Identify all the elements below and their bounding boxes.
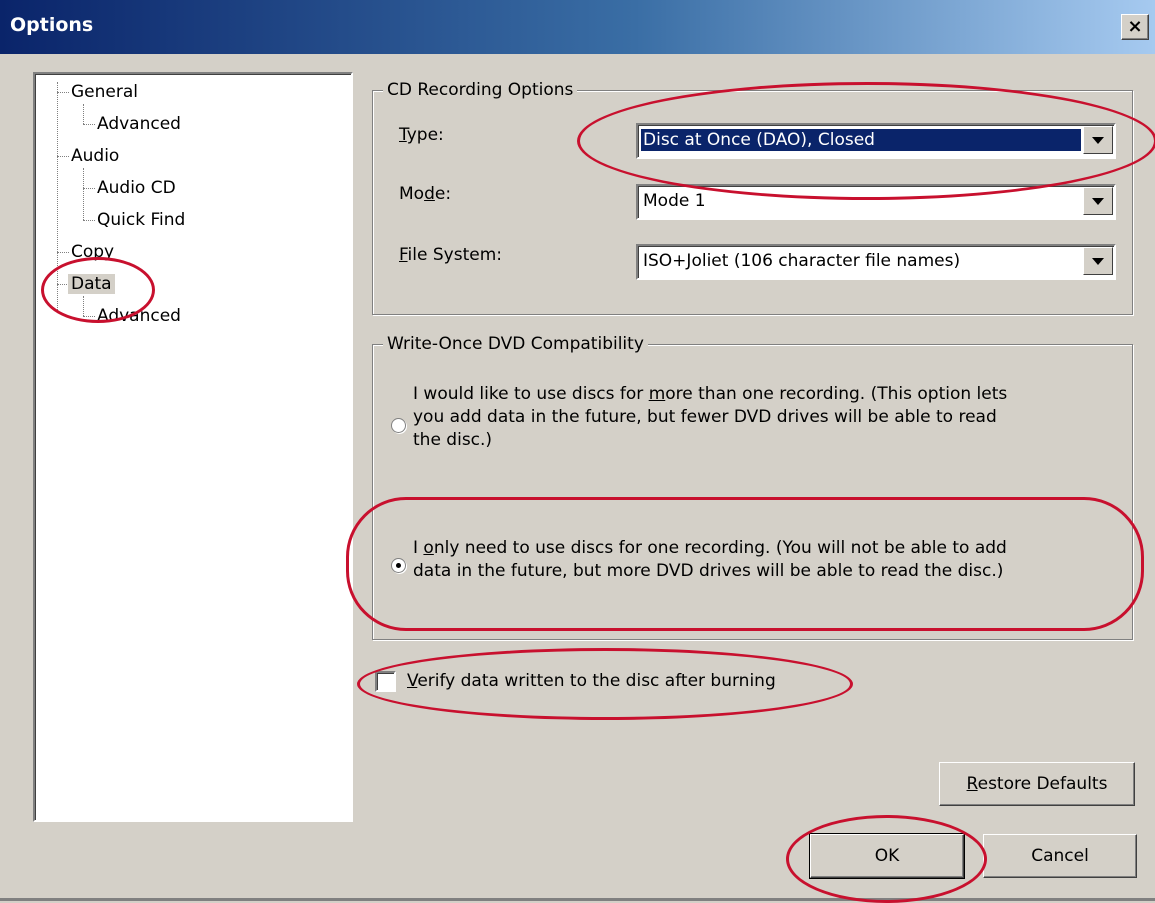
verify-label[interactable]: Verify data written to the disc after bu…	[407, 671, 776, 691]
mode-dropdown[interactable]: Mode 1	[636, 184, 1116, 220]
cancel-button[interactable]: Cancel	[983, 834, 1137, 878]
dvd-compat-group: Write-Once DVD Compatibility I would lik…	[372, 334, 1133, 640]
tree-item-audio[interactable]: Audio	[71, 146, 119, 166]
multi-session-radio[interactable]	[391, 418, 406, 433]
tree-item-label: Advanced	[97, 114, 181, 134]
tree-item-label: Data	[68, 274, 115, 294]
tree-connector	[57, 156, 69, 157]
tree-connector	[83, 296, 84, 316]
tree-item-data[interactable]: Data	[68, 274, 115, 294]
multi-session-line-2: you add data in the future, but fewer DV…	[413, 407, 997, 427]
ok-label: OK	[874, 846, 900, 866]
ok-button[interactable]: OK	[809, 833, 965, 879]
dvd-compat-legend: Write-Once DVD Compatibility	[383, 334, 648, 354]
multi-session-line-1: I would like to use discs for more than …	[413, 384, 1008, 404]
type-label: Type:	[399, 125, 444, 145]
tree-connector	[57, 252, 69, 253]
file-system-label: File System:	[399, 245, 502, 265]
file-system-dropdown[interactable]: ISO+Joliet (106 character file names)	[636, 244, 1116, 280]
window-title: Options	[10, 14, 94, 36]
tree-connector	[57, 82, 58, 312]
multi-session-label[interactable]: I would like to use discs for more than …	[413, 383, 1123, 452]
tree-connector	[83, 220, 95, 221]
type-dropdown-button[interactable]	[1083, 126, 1113, 154]
cd-recording-legend: CD Recording Options	[383, 80, 578, 100]
tree-connector	[57, 92, 69, 93]
tree-item-general-advanced[interactable]: Advanced	[97, 114, 181, 134]
tree-item-label: Advanced	[97, 306, 181, 326]
radio-selected-dot	[396, 563, 401, 568]
cd-recording-group: CD Recording Options Type: Disc at Once …	[372, 80, 1133, 315]
tree-item-audio-cd[interactable]: Audio CD	[97, 178, 176, 198]
single-session-line-1: I only need to use discs for one recordi…	[413, 538, 1007, 558]
tree-item-label: Audio	[71, 146, 120, 166]
tree-connector	[83, 316, 95, 317]
single-session-label[interactable]: I only need to use discs for one recordi…	[413, 537, 1123, 583]
type-value: Disc at Once (DAO), Closed	[641, 129, 1081, 151]
cancel-label: Cancel	[1031, 846, 1089, 866]
restore-defaults-button[interactable]: Restore Defaults	[939, 762, 1135, 806]
options-tree[interactable]: General Advanced Audio Audio CD Quick Fi…	[33, 72, 353, 822]
type-dropdown[interactable]: Disc at Once (DAO), Closed	[636, 123, 1116, 159]
tree-item-quick-find[interactable]: Quick Find	[97, 210, 185, 230]
tree-item-label: Quick Find	[97, 210, 186, 230]
chevron-down-icon	[1092, 137, 1104, 144]
close-icon: ×	[1127, 16, 1143, 37]
tree-item-label: General	[71, 82, 138, 102]
tree-item-label: Copy	[71, 242, 115, 262]
tree-item-copy[interactable]: Copy	[71, 242, 114, 262]
tree-connector	[83, 168, 84, 220]
tree-item-general[interactable]: General	[71, 82, 138, 102]
tree-connector	[83, 124, 95, 125]
chevron-down-icon	[1092, 258, 1104, 265]
close-button[interactable]: ×	[1121, 14, 1149, 40]
mode-dropdown-button[interactable]	[1083, 187, 1113, 215]
single-session-radio[interactable]	[391, 558, 406, 573]
chevron-down-icon	[1092, 198, 1104, 205]
file-system-value: ISO+Joliet (106 character file names)	[643, 251, 961, 271]
file-system-dropdown-button[interactable]	[1083, 247, 1113, 275]
multi-session-line-3: the disc.)	[413, 430, 493, 450]
title-bar: Options ×	[0, 0, 1155, 54]
tree-connector	[83, 104, 84, 124]
single-session-line-2: data in the future, but more DVD drives …	[413, 561, 1004, 581]
mode-label: Mode:	[399, 184, 452, 204]
verify-checkbox[interactable]	[375, 671, 396, 692]
tree-item-label: Audio CD	[97, 178, 176, 198]
tree-connector	[83, 188, 95, 189]
tree-item-data-advanced[interactable]: Advanced	[97, 306, 181, 326]
mode-value: Mode 1	[643, 191, 706, 211]
